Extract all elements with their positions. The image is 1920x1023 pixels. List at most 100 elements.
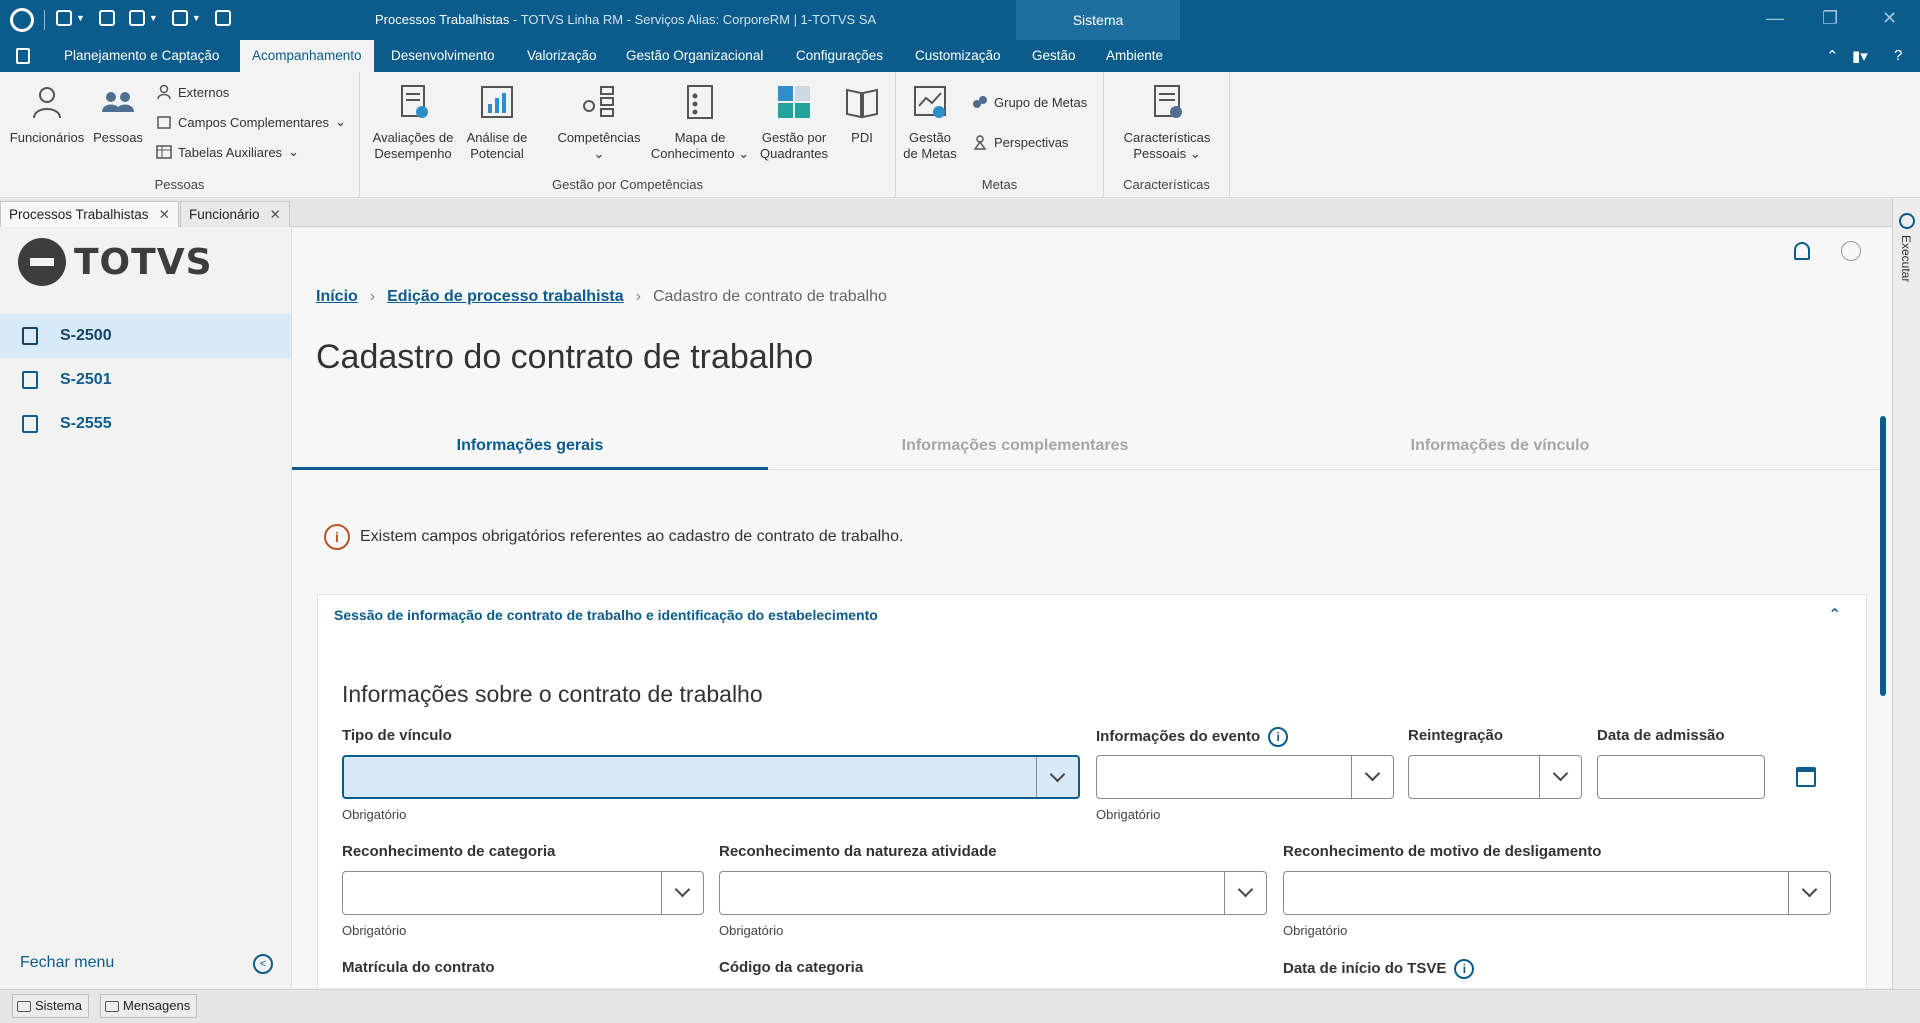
totvs-logo-icon <box>18 238 66 286</box>
title-separator <box>44 10 45 30</box>
chevron-down-icon[interactable] <box>1539 756 1581 798</box>
competencias-button[interactable]: Competências ⌄ <box>554 84 644 162</box>
minimize-icon[interactable]: — <box>1766 8 1784 29</box>
reintegracao-select[interactable] <box>1408 755 1582 799</box>
close-tab-icon[interactable]: ✕ <box>159 207 170 222</box>
chevron-down-icon[interactable]: ▼ <box>76 13 85 23</box>
user-icon[interactable] <box>1841 241 1861 261</box>
chevron-down-icon[interactable] <box>1036 757 1078 797</box>
pdi-button[interactable]: PDI <box>838 84 886 146</box>
chevron-up-icon[interactable]: ⌃ <box>1828 605 1841 625</box>
breadcrumb-separator: › <box>369 288 376 305</box>
group-metas: Gestão de Metas Grupo de Metas Perspectiv… <box>896 72 1104 198</box>
tipo-vinculo-label: Tipo de vínculo <box>342 727 452 744</box>
group-competencias: Avaliações de Desempenho Análise de Potenc… <box>360 72 896 198</box>
analise-potencial-button[interactable]: Análise de Potencial <box>464 84 530 162</box>
close-icon[interactable]: ✕ <box>1882 8 1897 29</box>
info-evento-select[interactable] <box>1096 755 1394 799</box>
section-header[interactable]: Sessão de informação de contrato de trab… <box>334 607 878 623</box>
bell-icon[interactable] <box>1794 242 1810 260</box>
monitor-icon <box>17 1000 31 1012</box>
chevron-down-icon: ⌄ <box>288 144 299 159</box>
breadcrumb-home[interactable]: Início <box>316 288 358 306</box>
info-icon[interactable]: i <box>1268 727 1289 747</box>
status-tab-mensagens[interactable]: Mensagens <box>100 994 198 1018</box>
grupo-metas-button[interactable]: Grupo de Metas <box>972 94 1087 110</box>
chevron-down-icon[interactable] <box>1788 872 1830 914</box>
externos-button[interactable]: Externos <box>156 84 229 100</box>
group-label-caracteristicas: Características <box>1123 177 1210 192</box>
document-icon <box>22 327 38 345</box>
knowledge-map-icon <box>687 85 713 119</box>
application-menu-icon[interactable] <box>16 48 30 64</box>
tools-icon[interactable] <box>56 10 72 26</box>
view-icon[interactable] <box>98 10 115 26</box>
tab-informacoes-gerais[interactable]: Informações gerais <box>292 424 768 470</box>
data-admissao-input[interactable] <box>1597 755 1765 799</box>
tabelas-auxiliares-button[interactable]: Tabelas Auxiliares ⌄ <box>156 144 299 160</box>
funcionarios-button[interactable]: Funcionários <box>8 84 86 146</box>
book-icon <box>846 88 878 119</box>
info-evento-hint: Obrigatório <box>1096 807 1161 822</box>
rec-natureza-select[interactable] <box>719 871 1267 915</box>
gestao-quadrantes-button[interactable]: Gestão por Quadrantes <box>756 84 832 162</box>
tab-informacoes-vinculo[interactable]: Informações de vínculo <box>1262 424 1738 470</box>
chevron-down-icon[interactable] <box>661 872 703 914</box>
tipo-vinculo-select[interactable] <box>342 755 1080 799</box>
tab-desenvolvimento[interactable]: Desenvolvimento <box>379 40 507 72</box>
rec-categoria-select[interactable] <box>342 871 704 915</box>
tab-gestao-organizacional[interactable]: Gestão Organizacional <box>614 40 775 72</box>
tab-informacoes-complementares[interactable]: Informações complementares <box>777 424 1253 470</box>
tab-gestao[interactable]: Gestão <box>1020 40 1088 72</box>
calendar-icon[interactable] <box>1796 767 1816 787</box>
rec-categoria-label: Reconhecimento de categoria <box>342 843 556 860</box>
layout-switch-icon[interactable]: ▮▾ <box>1852 47 1868 65</box>
close-tab-icon[interactable]: ✕ <box>270 207 281 222</box>
tab-acompanhamento[interactable]: Acompanhamento <box>240 40 374 72</box>
tab-valorizacao[interactable]: Valorização <box>515 40 609 72</box>
data-admissao-label: Data de admissão <box>1597 727 1725 744</box>
sidebar-item-s2501[interactable]: S-2501 <box>0 358 291 402</box>
avaliacoes-button[interactable]: Avaliações de Desempenho <box>368 84 458 162</box>
chevron-down-icon[interactable] <box>1351 756 1393 798</box>
sidebar-item-s2500[interactable]: S-2500 <box>0 314 291 358</box>
app-logo-icon[interactable] <box>10 8 34 32</box>
characteristics-icon <box>1154 85 1182 118</box>
home-icon[interactable] <box>171 10 188 26</box>
help-icon[interactable]: ? <box>1894 47 1902 64</box>
scrollbar[interactable] <box>1880 416 1886 696</box>
tab-ambiente[interactable]: Ambiente <box>1094 40 1175 72</box>
collapse-ribbon-icon[interactable]: ⌃ <box>1826 47 1839 65</box>
info-icon[interactable]: i <box>1454 959 1475 979</box>
tab-planejamento[interactable]: Planejamento e Captação <box>52 40 231 72</box>
people-icon <box>102 92 134 112</box>
mapa-conhecimento-button[interactable]: Mapa de Conhecimento ⌄ <box>650 84 750 162</box>
required-fields-alert: i Existem campos obrigatórios referentes… <box>324 524 903 550</box>
chevron-down-icon[interactable]: ▼ <box>192 13 201 23</box>
tab-customizacao[interactable]: Customização <box>903 40 1013 72</box>
chevron-down-icon[interactable] <box>1224 872 1266 914</box>
sidebar-item-s2555[interactable]: S-2555 <box>0 402 291 446</box>
pessoas-button[interactable]: Pessoas <box>90 84 146 146</box>
rec-natureza-hint: Obrigatório <box>719 923 784 938</box>
restore-icon[interactable]: ❐ <box>1822 8 1838 29</box>
executar-panel[interactable]: Executar <box>1892 199 1920 989</box>
tipo-vinculo-hint: Obrigatório <box>342 807 407 822</box>
breadcrumb-edit[interactable]: Edição de processo trabalhista <box>387 288 624 306</box>
status-tab-sistema[interactable]: Sistema <box>12 994 89 1018</box>
perspectivas-button[interactable]: Perspectivas <box>972 134 1068 150</box>
campos-complementares-button[interactable]: Campos Complementares ⌄ <box>156 114 346 130</box>
data-tsve-label: Data de início do TSVE i <box>1283 959 1475 979</box>
rec-motivo-select[interactable] <box>1283 871 1831 915</box>
chevron-down-icon[interactable]: ▼ <box>149 13 158 23</box>
close-menu-link[interactable]: Fechar menu <box>20 954 114 972</box>
caracteristicas-pessoais-button[interactable]: Características Pessoais ⌄ <box>1114 84 1220 162</box>
doc-tab-processos[interactable]: Processos Trabalhistas ✕ <box>0 201 179 227</box>
layout-icon[interactable] <box>128 10 145 26</box>
calculator-icon[interactable] <box>214 10 231 26</box>
gestao-metas-button[interactable]: Gestão de Metas <box>900 84 960 162</box>
tab-configuracoes[interactable]: Configurações <box>784 40 895 72</box>
group-pessoas: Funcionários Pessoas Externos Campos Com… <box>0 72 360 198</box>
collapse-menu-icon[interactable]: < <box>253 954 273 974</box>
doc-tab-funcionario[interactable]: Funcionário ✕ <box>180 201 290 227</box>
